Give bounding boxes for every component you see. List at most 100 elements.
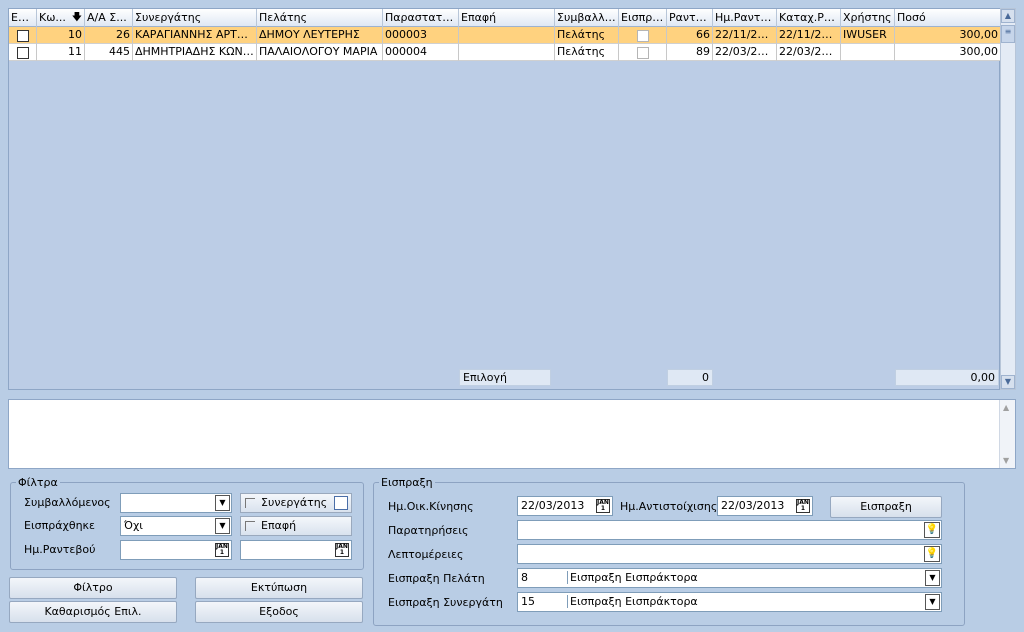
collected-checkbox[interactable] <box>636 29 649 42</box>
toggle-indicator-icon <box>245 521 255 531</box>
scroll-down-button[interactable]: ▼ <box>1001 375 1015 389</box>
cell-appt-date: 22/11/201... <box>713 27 777 44</box>
cell-code: 11 <box>37 44 85 61</box>
dropdown-arrow-icon[interactable]: ▼ <box>215 518 230 534</box>
col-code[interactable]: Κω... 🡇 <box>37 9 85 27</box>
cell-aa: 445 <box>85 44 133 61</box>
collected-combo[interactable]: Όχι ▼ <box>120 516 232 536</box>
memo-scrollbar[interactable]: ▲ ▼ <box>999 400 1015 468</box>
dropdown-arrow-icon[interactable]: ▼ <box>925 594 940 610</box>
col-user[interactable]: Χρήστης <box>841 9 895 27</box>
table-row[interactable]: 10 26 ΚΑΡΑΓΙΑΝΝΗΣ ΑΡΤΕΜΙ... ΔΗΜΟΥ ΛΕΥΤΕΡ… <box>9 27 1001 44</box>
partner-toggle[interactable]: Συνεργάτης <box>240 493 352 513</box>
notes-field[interactable]: 💡 <box>517 520 942 540</box>
scroll-thumb[interactable]: ≡ <box>1001 25 1015 43</box>
col-document[interactable]: Παραστατικό <box>383 9 459 27</box>
col-contractor[interactable]: Συμβαλλό... <box>555 9 619 27</box>
col-reg-date[interactable]: Καταχ.Ρα... <box>777 9 841 27</box>
customer-collect-code: 8 <box>521 571 528 584</box>
row-checkbox[interactable] <box>16 29 29 42</box>
table-row[interactable]: 11 445 ΔΗΜΗΤΡΙΑΔΗΣ ΚΩΝΣΤ... ΠΑΛΑΙΟΛΟΓΟΥ … <box>9 44 1001 61</box>
cell-reg-date: 22/11/2012 <box>777 27 841 44</box>
contact-toggle-label: Επαφή <box>261 519 297 532</box>
contractor-label: Συμβαλλόμενος <box>24 496 111 509</box>
lightbulb-icon[interactable]: 💡 <box>924 546 940 562</box>
cell-customer: ΠΑΛΑΙΟΛΟΓΟΥ ΜΑΡΙΑ <box>257 44 383 61</box>
notes-label: Παρατηρήσεις <box>388 524 469 537</box>
col-appt[interactable]: Ραντε... <box>667 9 713 27</box>
col-aa[interactable]: Α/Α Σ... <box>85 9 133 27</box>
move-date-label: Ημ.Οικ.Κίνησης <box>388 500 474 513</box>
calendar-icon[interactable]: JAN 1 <box>596 499 610 513</box>
appointments-grid[interactable]: Επι... Κω... 🡇 Α/Α Σ... Συνεργάτης Πελάτ… <box>8 8 1001 390</box>
calendar-icon[interactable]: JAN 1 <box>796 499 810 513</box>
row-checkbox[interactable] <box>16 46 29 59</box>
customer-collect-combo[interactable]: 8 Εισπραξη Εισπράκτορα ▼ <box>517 568 942 588</box>
move-date-value: 22/03/2013 <box>521 499 585 512</box>
col-code-label: Κω... <box>39 11 66 24</box>
cell-contact <box>459 27 555 44</box>
partner-collect-label: Εισπραξη Συνεργάτη <box>388 596 503 609</box>
customer-collect-value: Εισπραξη Εισπράκτορα <box>567 571 698 584</box>
selection-count: 0 <box>667 369 713 386</box>
match-date-value: 22/03/2013 <box>721 499 785 512</box>
col-select[interactable]: Επι... <box>9 9 37 27</box>
grid-totals-row: Επιλογή 0 0,00 <box>9 369 1001 387</box>
col-amount[interactable]: Ποσό <box>895 9 1001 27</box>
row-select-cell[interactable] <box>9 27 37 44</box>
clear-selection-button[interactable]: Καθαρισμός Επιλ. <box>9 601 177 623</box>
col-appt-date[interactable]: Ημ.Ραντε... <box>713 9 777 27</box>
move-date-field[interactable]: 22/03/2013 JAN 1 <box>517 496 613 516</box>
print-button[interactable]: Εκτύπωση <box>195 577 363 599</box>
dropdown-arrow-icon[interactable]: ▼ <box>925 570 940 586</box>
details-label: Λεπτομέρειες <box>388 548 464 561</box>
col-collected[interactable]: Εισπρά... <box>619 9 667 27</box>
chevron-up-icon[interactable]: ▲ <box>1003 403 1009 412</box>
dropdown-arrow-icon[interactable]: ▼ <box>215 495 230 511</box>
contact-toggle[interactable]: Επαφή <box>240 516 352 536</box>
cell-contractor: Πελάτης <box>555 44 619 61</box>
cell-appt-date: 22/03/201... <box>713 44 777 61</box>
lightbulb-icon[interactable]: 💡 <box>924 522 940 538</box>
collect-button[interactable]: Εισπραξη <box>830 496 942 518</box>
partner-lookup-icon[interactable] <box>334 496 348 510</box>
cell-amount: 300,00 <box>895 27 1001 44</box>
filter-button[interactable]: Φίλτρο <box>9 577 177 599</box>
cell-collected[interactable] <box>619 44 667 61</box>
cell-aa: 26 <box>85 27 133 44</box>
details-field[interactable]: 💡 <box>517 544 942 564</box>
grid-header: Επι... Κω... 🡇 Α/Α Σ... Συνεργάτης Πελάτ… <box>9 9 1001 27</box>
contractor-combo[interactable]: ▼ <box>120 493 232 513</box>
partner-collect-code: 15 <box>521 595 535 608</box>
selection-total-label: Επιλογή <box>459 369 551 386</box>
calendar-icon[interactable]: JAN 1 <box>335 543 349 557</box>
col-partner[interactable]: Συνεργάτης <box>133 9 257 27</box>
row-select-cell[interactable] <box>9 44 37 61</box>
appt-date-to-field[interactable]: JAN 1 <box>240 540 352 560</box>
col-contact[interactable]: Επαφή <box>459 9 555 27</box>
collected-checkbox[interactable] <box>636 46 649 59</box>
notes-memo[interactable]: ▲ ▼ <box>8 399 1016 469</box>
calendar-icon-text: JAN <box>216 543 228 550</box>
cell-appt: 89 <box>667 44 713 61</box>
grid-vertical-scrollbar[interactable]: ▲ ≡ ▼ <box>1000 8 1016 390</box>
collection-title: Εισπραξη <box>381 476 433 489</box>
appt-date-from-field[interactable]: JAN 1 <box>120 540 232 560</box>
chevron-down-icon[interactable]: ▼ <box>1003 456 1009 465</box>
filters-title: Φίλτρα <box>18 476 58 489</box>
partner-collect-combo[interactable]: 15 Εισπραξη Εισπράκτορα ▼ <box>517 592 942 612</box>
appt-date-label: Ημ.Ραντεβού <box>24 543 96 556</box>
calendar-icon-text: JAN <box>336 543 348 550</box>
customer-collect-label: Εισπραξη Πελάτη <box>388 572 485 585</box>
collected-value: Όχι <box>124 519 144 532</box>
match-date-field[interactable]: 22/03/2013 JAN 1 <box>717 496 813 516</box>
cell-collected[interactable] <box>619 27 667 44</box>
calendar-icon[interactable]: JAN 1 <box>215 543 229 557</box>
col-customer[interactable]: Πελάτης <box>257 9 383 27</box>
cell-contact <box>459 44 555 61</box>
exit-button[interactable]: Εξοδος <box>195 601 363 623</box>
cell-document: 000003 <box>383 27 459 44</box>
partner-toggle-label: Συνεργάτης <box>261 496 328 509</box>
scroll-up-button[interactable]: ▲ <box>1001 9 1015 23</box>
cell-user: IWUSER <box>841 27 895 44</box>
